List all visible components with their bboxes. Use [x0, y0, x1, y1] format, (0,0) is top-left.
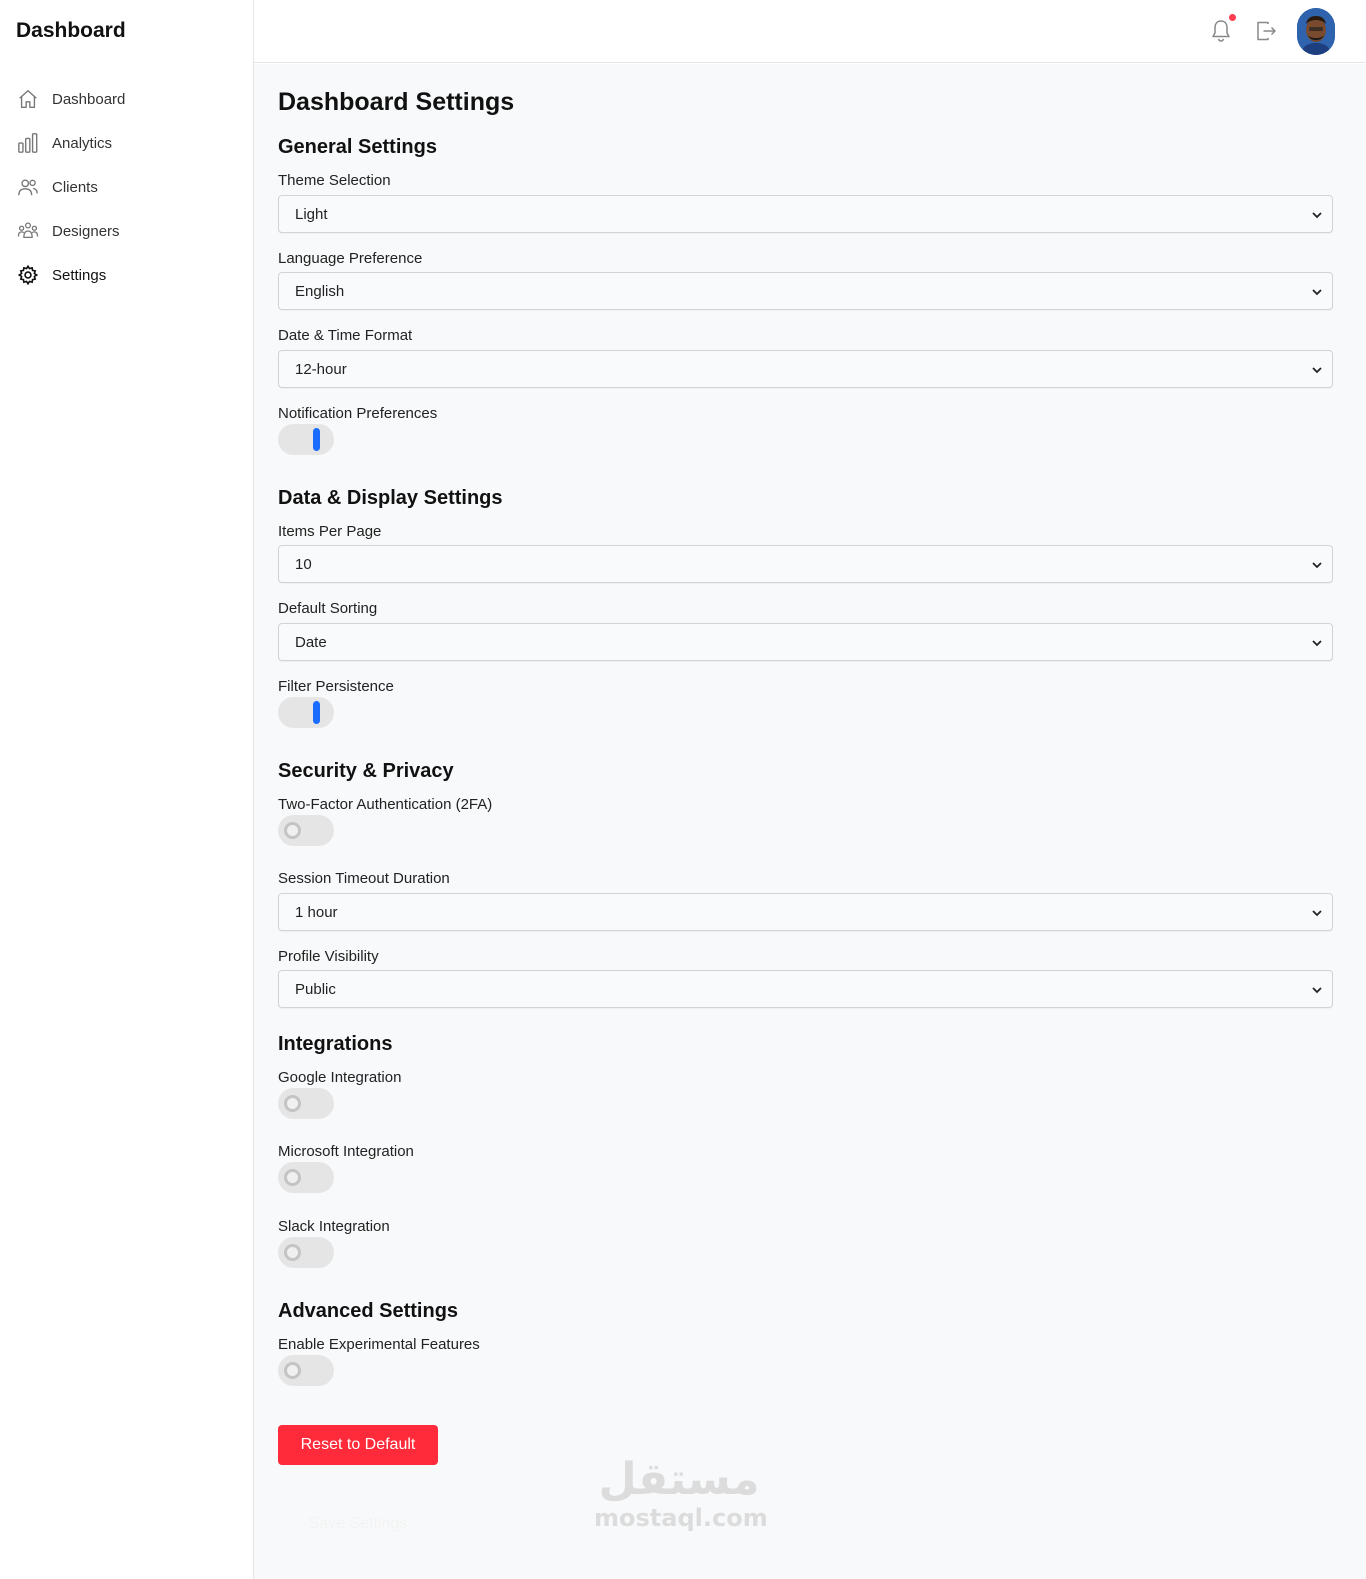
sidebar: Dashboard Dashboard Analytics Clients De… [0, 0, 254, 1579]
items-per-page-select[interactable]: 10 [278, 545, 1333, 583]
slack-integration-label: Slack Integration [278, 1218, 390, 1235]
chevron-down-icon [1312, 640, 1322, 647]
toggle-knob [284, 822, 301, 839]
toggle-knob [313, 701, 320, 724]
session-timeout-label: Session Timeout Duration [278, 870, 450, 887]
toggle-knob [313, 428, 320, 451]
experimental-toggle[interactable] [278, 1355, 334, 1386]
chevron-down-icon [1312, 910, 1322, 917]
chevron-down-icon [1312, 367, 1322, 374]
topbar [254, 0, 1366, 63]
sidebar-item-label: Designers [52, 222, 120, 240]
google-integration-label: Google Integration [278, 1069, 402, 1086]
chevron-down-icon [1312, 212, 1322, 219]
google-integration-toggle[interactable] [278, 1088, 334, 1119]
toggle-knob [284, 1095, 301, 1112]
chevron-down-icon [1312, 562, 1322, 569]
sidebar-item-label: Dashboard [52, 90, 126, 108]
sidebar-item-designers[interactable]: Designers [0, 209, 253, 253]
experimental-label: Enable Experimental Features [278, 1336, 480, 1353]
notification-toggle[interactable] [278, 424, 334, 455]
sidebar-item-label: Settings [52, 266, 107, 284]
select-value: Light [295, 205, 328, 223]
home-icon [17, 88, 39, 110]
select-value: 10 [295, 555, 312, 573]
language-label: Language Preference [278, 250, 423, 267]
select-value: 1 hour [295, 903, 338, 921]
sidebar-item-clients[interactable]: Clients [0, 165, 253, 209]
toggle-knob [284, 1169, 301, 1186]
session-timeout-select[interactable]: 1 hour [278, 893, 1333, 931]
section-general-title: General Settings [278, 136, 437, 158]
avatar[interactable] [1297, 8, 1335, 55]
logout-icon[interactable] [1255, 20, 1277, 42]
microsoft-integration-label: Microsoft Integration [278, 1143, 414, 1160]
toggle-knob [284, 1362, 301, 1379]
theme-select[interactable]: Light [278, 195, 1333, 233]
sidebar-item-label: Clients [52, 178, 98, 196]
twofa-label: Two-Factor Authentication (2FA) [278, 796, 493, 813]
bell-icon[interactable] [1210, 19, 1232, 43]
reset-button[interactable]: Reset to Default [278, 1425, 438, 1465]
chevron-down-icon [1312, 289, 1322, 296]
page-title: Dashboard Settings [278, 88, 515, 116]
datetime-select[interactable]: 12-hour [278, 350, 1333, 388]
chevron-down-icon [1312, 987, 1322, 994]
users-icon [17, 176, 39, 198]
sidebar-nav: Dashboard Analytics Clients Designers Se… [0, 77, 253, 297]
gear-icon [17, 264, 39, 286]
brand-title: Dashboard [16, 19, 126, 42]
section-data-title: Data & Display Settings [278, 487, 503, 509]
select-value: Public [295, 980, 336, 998]
sidebar-item-analytics[interactable]: Analytics [0, 121, 253, 165]
sidebar-item-dashboard[interactable]: Dashboard [0, 77, 253, 121]
notification-label: Notification Preferences [278, 405, 438, 422]
save-button[interactable]: Save Settings [278, 1504, 438, 1544]
group-icon [17, 220, 39, 242]
slack-integration-toggle[interactable] [278, 1237, 334, 1268]
filter-persistence-toggle[interactable] [278, 697, 334, 728]
select-value: 12-hour [295, 360, 347, 378]
profile-visibility-select[interactable]: Public [278, 970, 1333, 1008]
sidebar-item-settings[interactable]: Settings [0, 253, 253, 297]
microsoft-integration-toggle[interactable] [278, 1162, 334, 1193]
twofa-toggle[interactable] [278, 815, 334, 846]
section-security-title: Security & Privacy [278, 760, 454, 782]
profile-visibility-label: Profile Visibility [278, 948, 379, 965]
datetime-label: Date & Time Format [278, 327, 413, 344]
language-select[interactable]: English [278, 272, 1333, 310]
watermark: مستقل mostaql.com [594, 1454, 768, 1536]
default-sorting-select[interactable]: Date [278, 623, 1333, 661]
sidebar-item-label: Analytics [52, 134, 113, 152]
settings-main: Dashboard Settings General Settings Them… [254, 64, 1366, 1579]
section-integrations-title: Integrations [278, 1033, 393, 1055]
select-value: Date [295, 633, 327, 651]
notification-dot [1229, 14, 1236, 21]
theme-label: Theme Selection [278, 172, 391, 189]
watermark-latin: mostaql.com [594, 1504, 768, 1532]
toggle-knob [284, 1244, 301, 1261]
items-per-page-label: Items Per Page [278, 523, 382, 540]
bar-chart-icon [17, 132, 39, 154]
section-advanced-title: Advanced Settings [278, 1300, 459, 1322]
default-sorting-label: Default Sorting [278, 600, 378, 617]
filter-persistence-label: Filter Persistence [278, 678, 394, 695]
watermark-arabic: مستقل [598, 1454, 760, 1505]
select-value: English [295, 282, 345, 300]
